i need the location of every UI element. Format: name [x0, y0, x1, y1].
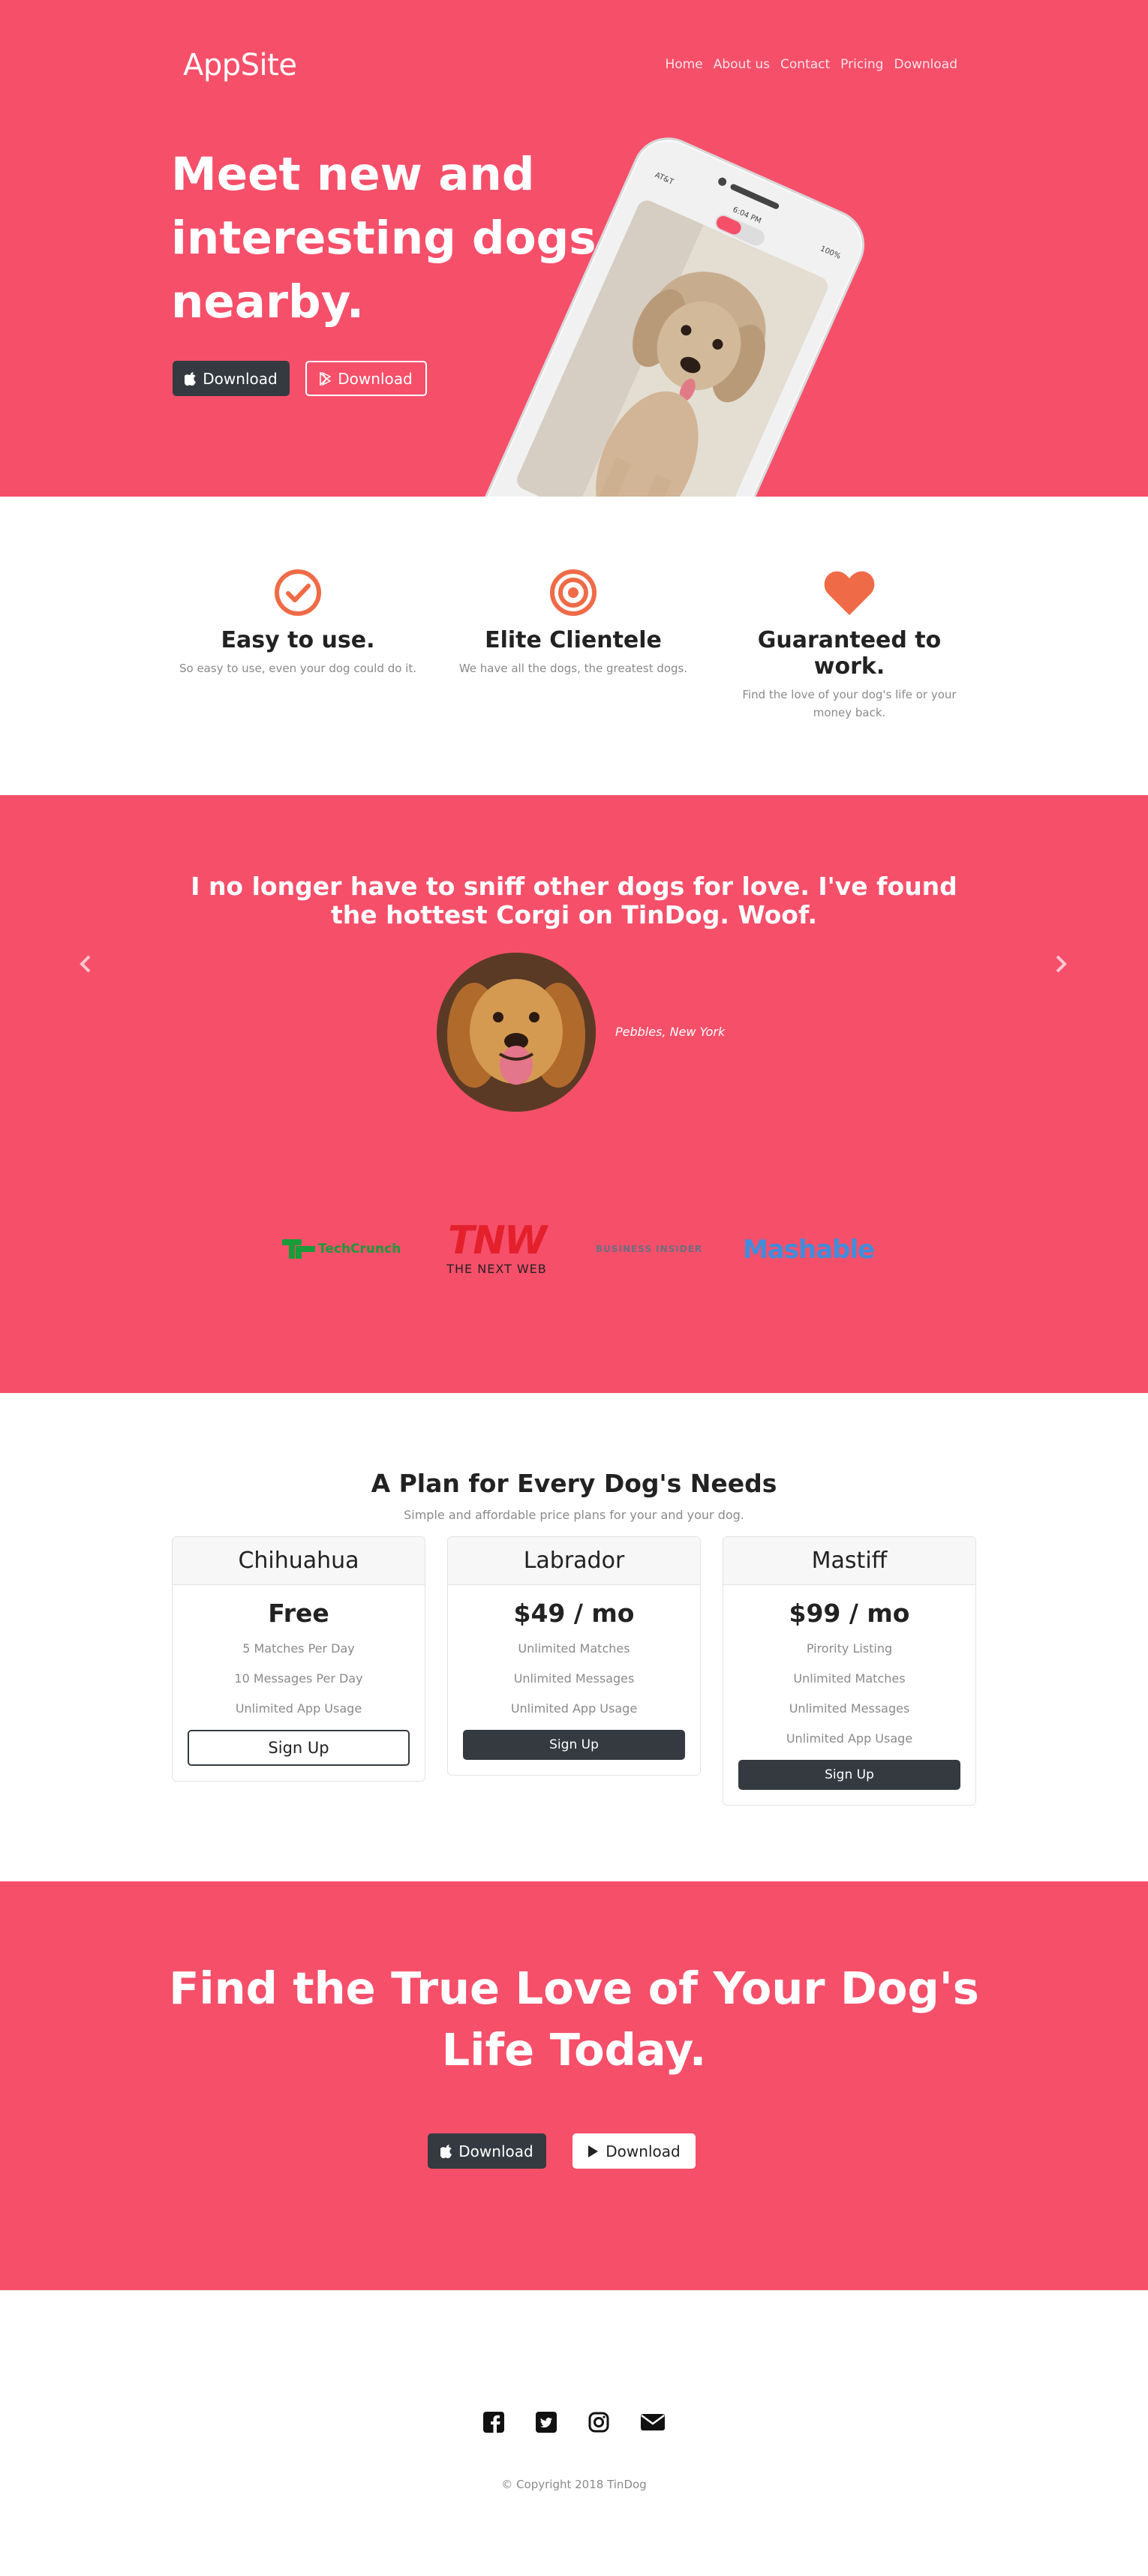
- carousel-prev-arrow[interactable]: [78, 953, 93, 981]
- nav-link-contact[interactable]: Contact: [780, 57, 830, 72]
- testimonial-dog-photo: [437, 953, 596, 1112]
- chihuahua-sign-up-button[interactable]: Sign Up: [188, 1730, 410, 1766]
- envelope-icon[interactable]: [640, 2411, 666, 2433]
- tnw-subtext: THE NEXT WEB: [446, 1262, 547, 1276]
- feature-elite-clientele: Elite Clientele We have all the dogs, th…: [446, 569, 701, 677]
- plan-body: $49 / mo Unlimited Matches Unlimited Mes…: [448, 1585, 700, 1775]
- feature-title: Elite Clientele: [485, 627, 662, 653]
- plan-feature: Unlimited Messages: [789, 1701, 910, 1716]
- techcrunch-mark-icon: [282, 1239, 315, 1259]
- plan-feature: Unlimited Matches: [793, 1671, 906, 1686]
- title-section: AppSite Home About us Contact Pricing Do…: [0, 0, 1148, 497]
- plan-price: Free: [268, 1599, 329, 1628]
- plan-body: $99 / mo Pirority Listing Unlimited Matc…: [723, 1585, 975, 1805]
- check-circle-icon: [275, 569, 321, 616]
- nav-link-home[interactable]: Home: [666, 57, 703, 72]
- apple-icon: [440, 2144, 452, 2158]
- press-mashable-logo: Mashable: [743, 1235, 875, 1265]
- instagram-icon[interactable]: [588, 2411, 610, 2433]
- twitter-icon[interactable]: [535, 2411, 557, 2433]
- testimonial-quote: I no longer have to sniff other dogs for…: [191, 872, 957, 929]
- plan-price: $49 / mo: [513, 1599, 635, 1628]
- pricing-subtitle: Simple and affordable price plans for yo…: [404, 1508, 744, 1522]
- mastiff-sign-up-button[interactable]: Sign Up: [738, 1760, 960, 1790]
- press-techcrunch-logo: TechCrunch: [282, 1239, 401, 1259]
- chevron-left-icon: [80, 955, 91, 973]
- hero-title-line-1: Meet new and: [171, 148, 535, 201]
- plan-feature: 10 Messages Per Day: [234, 1671, 363, 1686]
- plan-feature: Unlimited Matches: [518, 1641, 630, 1656]
- cta-title-line-1: Find the True Love of Your Dog's: [169, 1962, 979, 2014]
- tnw-letters: TNW: [447, 1218, 547, 1263]
- cta-section: [0, 1881, 1148, 2290]
- feature-title: Guaranteed to work.: [757, 627, 942, 680]
- hero-google-download-button[interactable]: Download: [305, 361, 427, 396]
- hero-apple-download-button[interactable]: Download: [173, 361, 290, 396]
- plan-body: Free 5 Matches Per Day 10 Messages Per D…: [173, 1585, 425, 1781]
- feature-guaranteed: Guaranteed to work. Find the love of you…: [722, 569, 977, 722]
- cta-title-line-2: Life Today.: [441, 2024, 707, 2076]
- hero-google-download-label: Download: [338, 369, 413, 388]
- nav-link-download[interactable]: Download: [894, 57, 957, 72]
- press-business-insider-logo: BUSINESS INSIDER: [596, 1244, 703, 1254]
- hero-apple-download-label: Download: [203, 369, 278, 388]
- golden-retriever-photo: [437, 953, 596, 1112]
- facebook-icon[interactable]: [482, 2411, 505, 2433]
- apple-icon: [185, 371, 197, 386]
- bullseye-icon: [550, 569, 597, 616]
- plan-name: Chihuahua: [173, 1537, 425, 1585]
- phone-speaker: [729, 183, 780, 210]
- feature-text: Find the love of your dog's life or your…: [742, 688, 957, 719]
- pricing-title: A Plan for Every Dog's Needs: [371, 1469, 777, 1498]
- hero-title-line-3: nearby.: [171, 275, 365, 329]
- labrador-sign-up-button[interactable]: Sign Up: [463, 1730, 685, 1760]
- plan-card-chihuahua: Chihuahua Free 5 Matches Per Day 10 Mess…: [172, 1536, 425, 1782]
- google-play-icon: [588, 2145, 599, 2157]
- hero-title-line-2: interesting dogs: [171, 212, 597, 265]
- cta-google-download-label: Download: [606, 2142, 681, 2160]
- chevron-right-icon: [1056, 955, 1067, 973]
- nav-link-about[interactable]: About us: [714, 57, 770, 72]
- plan-name: Mastiff: [723, 1537, 975, 1585]
- press-tnw-logo: TNW THE NEXT WEB: [437, 1221, 557, 1276]
- cta-apple-download-label: Download: [458, 2142, 533, 2160]
- nav-link-pricing[interactable]: Pricing: [840, 57, 883, 72]
- phone-battery: 100%: [819, 245, 843, 261]
- brand-logo[interactable]: AppSite: [183, 48, 297, 83]
- phone-carrier: AT&T: [653, 171, 675, 187]
- carousel-next-arrow[interactable]: [1053, 953, 1068, 981]
- feature-text: We have all the dogs, the greatest dogs.: [458, 662, 688, 675]
- feature-text: So easy to use, even your dog could do i…: [179, 662, 417, 675]
- heart-icon: [824, 571, 875, 615]
- cta-apple-download-button[interactable]: Download: [428, 2133, 546, 2169]
- techcrunch-text: TechCrunch: [318, 1241, 401, 1256]
- plan-feature: 5 Matches Per Day: [242, 1641, 355, 1656]
- plan-feature: Unlimited Messages: [513, 1671, 635, 1686]
- features-section: Easy to use. So easy to use, even your d…: [0, 497, 1148, 795]
- plan-price: $99 / mo: [789, 1599, 910, 1628]
- plan-feature: Unlimited App Usage: [510, 1701, 638, 1716]
- plan-feature: Unlimited App Usage: [786, 1731, 913, 1746]
- plan-card-mastiff: Mastiff $99 / mo Pirority Listing Unlimi…: [723, 1536, 976, 1806]
- footer-copyright: © Copyright 2018 TinDog: [501, 2478, 647, 2491]
- social-icons: [0, 2411, 1148, 2433]
- main-nav: Home About us Contact Pricing Download: [655, 57, 957, 72]
- feature-title: Easy to use.: [221, 627, 375, 653]
- cta-google-download-button[interactable]: Download: [572, 2133, 696, 2169]
- plan-feature: Pirority Listing: [806, 1641, 893, 1656]
- feature-easy-to-use: Easy to use. So easy to use, even your d…: [170, 569, 425, 677]
- plan-name: Labrador: [448, 1537, 700, 1585]
- plan-card-labrador: Labrador $49 / mo Unlimited Matches Unli…: [447, 1536, 701, 1776]
- phone-camera: [717, 176, 728, 188]
- plan-feature: Unlimited App Usage: [235, 1701, 362, 1716]
- testimonial-author: Pebbles, New York: [615, 1025, 726, 1039]
- hero-title: Meet new and interesting dogs nearby.: [171, 143, 621, 334]
- cta-title: Find the True Love of Your Dog's Life To…: [150, 1958, 998, 2081]
- google-play-icon: [320, 371, 332, 386]
